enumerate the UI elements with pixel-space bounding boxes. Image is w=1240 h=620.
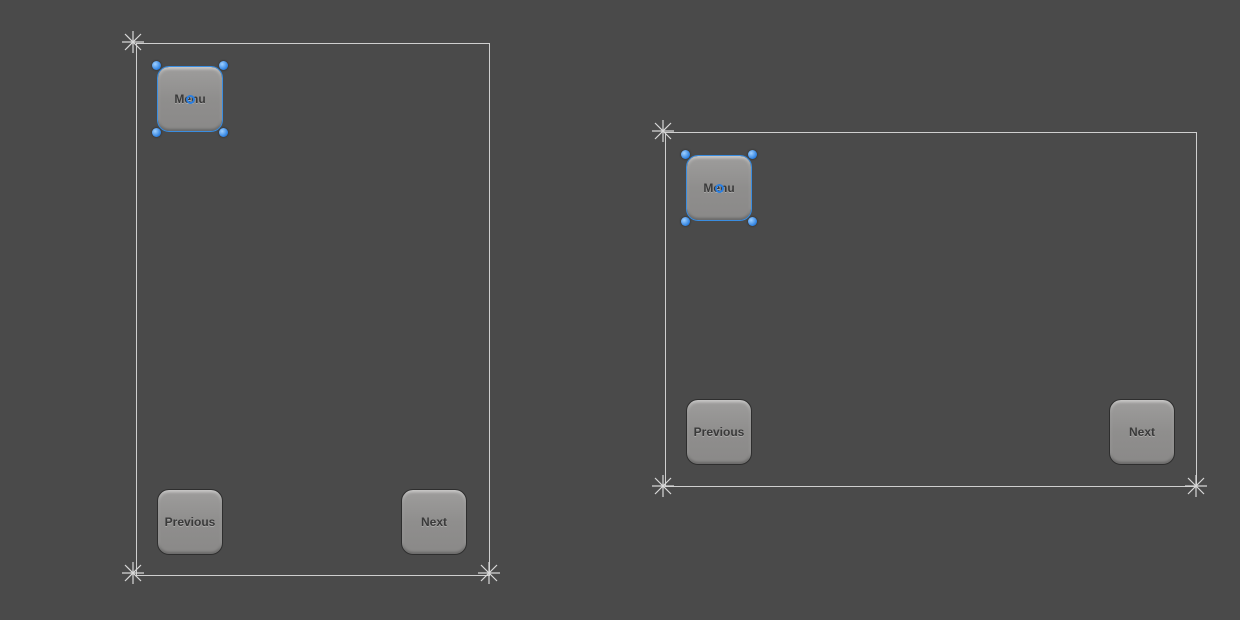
next-button[interactable]: Next bbox=[401, 489, 467, 555]
next-button-label: Next bbox=[421, 515, 447, 529]
selection-handle-tr[interactable] bbox=[219, 61, 228, 70]
next-button-label: Next bbox=[1129, 425, 1155, 439]
selection-handle-br[interactable] bbox=[748, 217, 757, 226]
selection-handle-bl[interactable] bbox=[681, 217, 690, 226]
landscape-panel[interactable]: Menu Previous Next bbox=[665, 132, 1197, 487]
selection-handle-br[interactable] bbox=[219, 128, 228, 137]
selection-handle-bl[interactable] bbox=[152, 128, 161, 137]
menu-button[interactable]: Menu bbox=[686, 155, 752, 221]
menu-button[interactable]: Menu bbox=[157, 66, 223, 132]
menu-button-label: Menu bbox=[703, 181, 734, 195]
editor-canvas: Menu Previous Next Menu bbox=[0, 0, 1240, 620]
previous-button-label: Previous bbox=[694, 425, 745, 439]
next-button[interactable]: Next bbox=[1109, 399, 1175, 465]
selection-handle-tr[interactable] bbox=[748, 150, 757, 159]
portrait-panel[interactable]: Menu Previous Next bbox=[136, 43, 490, 576]
menu-button-label: Menu bbox=[174, 92, 205, 106]
previous-button-label: Previous bbox=[165, 515, 216, 529]
previous-button[interactable]: Previous bbox=[157, 489, 223, 555]
previous-button[interactable]: Previous bbox=[686, 399, 752, 465]
